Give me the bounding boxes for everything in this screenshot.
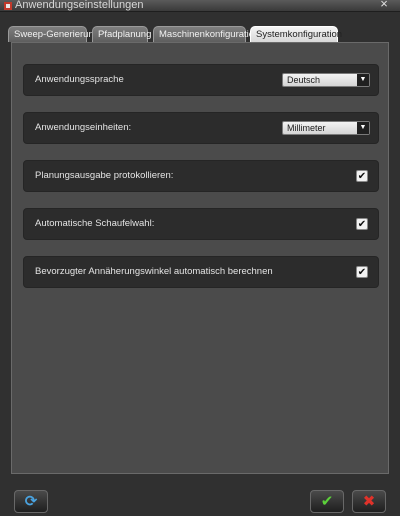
language-value: Deutsch [287,75,321,85]
close-button[interactable]: × [376,0,392,11]
units-row: Anwendungseinheiten: Millimeter ▼ [23,112,379,144]
log-planning-checkbox[interactable]: ✔ [356,170,368,182]
approach-angle-checkbox[interactable]: ✔ [356,266,368,278]
auto-shovel-label: Automatische Schaufelwahl: [35,218,155,229]
chevron-down-icon[interactable]: ▼ [357,122,369,134]
approach-angle-label: Bevorzugter Annäherungswinkel automatisc… [35,266,273,277]
tab-sweep-generierung[interactable]: Sweep-Generierung [8,26,99,42]
language-label: Anwendungssprache [35,74,124,85]
auto-shovel-checkbox[interactable]: ✔ [356,218,368,230]
log-planning-row: Planungsausgabe protokollieren: ✔ [23,160,379,192]
refresh-button[interactable]: ⟳ [14,490,48,513]
units-select[interactable]: Millimeter ▼ [282,121,370,135]
units-label: Anwendungseinheiten: [35,122,132,133]
refresh-icon: ⟳ [24,493,38,510]
cancel-button[interactable]: ✖ [352,490,386,513]
app-icon [4,2,12,10]
close-icon: ✖ [362,493,376,510]
approach-angle-row: Bevorzugter Annäherungswinkel automatisc… [23,256,379,288]
ok-button[interactable]: ✔ [310,490,344,513]
title-bar: Anwendungseinstellungen × [0,0,400,12]
settings-panel: Anwendungssprache Deutsch ▼ Anwendungsei… [11,42,389,474]
tab-maschinenkonfiguration[interactable]: Maschinenkonfiguration [153,26,259,42]
window-body: Sweep-Generierung Pfadplanung Maschinenk… [0,12,400,516]
tab-pfadplanung[interactable]: Pfadplanung [92,26,151,42]
window-title: Anwendungseinstellungen [15,0,144,11]
tab-systemkonfiguration[interactable]: Systemkonfiguration [250,26,342,43]
units-value: Millimeter [287,123,326,133]
language-select[interactable]: Deutsch ▼ [282,73,370,87]
auto-shovel-row: Automatische Schaufelwahl: ✔ [23,208,379,240]
checkmark-icon: ✔ [320,493,334,510]
chevron-down-icon[interactable]: ▼ [357,74,369,86]
log-planning-label: Planungsausgabe protokollieren: [35,170,174,181]
language-row: Anwendungssprache Deutsch ▼ [23,64,379,96]
